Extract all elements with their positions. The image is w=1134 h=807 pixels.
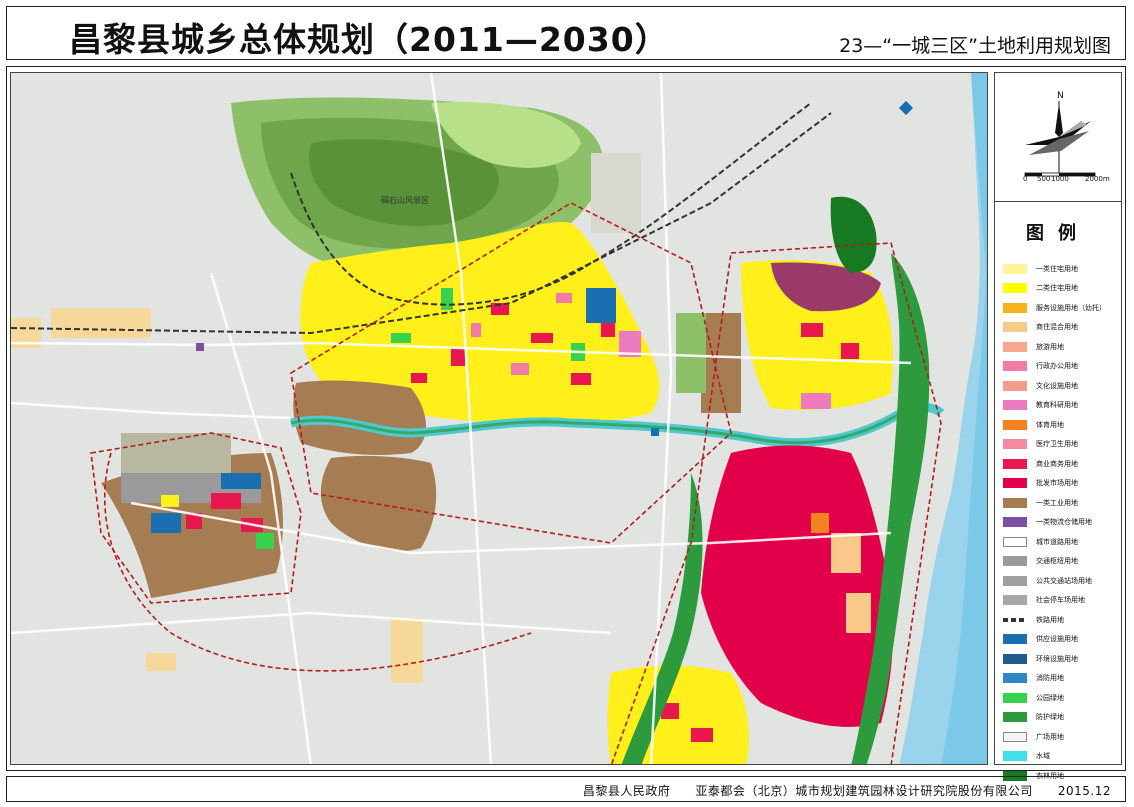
legend-label: 商住混合用地 <box>1036 323 1078 332</box>
map-title: 昌黎县城乡总体规划（2011—2030） <box>69 20 669 59</box>
legend-label: 教育科研用地 <box>1036 401 1078 410</box>
legend-item: 行政办公用地 <box>1003 357 1106 377</box>
legend-item: 环境设施用地 <box>1003 649 1106 669</box>
planning-map-page: 昌黎县城乡总体规划（2011—2030） 23—“一城三区”土地利用规划图 碣石… <box>0 0 1134 807</box>
legend-swatch <box>1003 712 1027 723</box>
scale-tick-0: 0 <box>1023 175 1028 183</box>
map-subtitle: 23—“一城三区”土地利用规划图 <box>839 35 1111 57</box>
legend-item: 公共交通站场用地 <box>1003 571 1106 591</box>
legend-swatch <box>1003 617 1027 622</box>
legend-label: 行政办公用地 <box>1036 362 1078 371</box>
legend-label: 交通枢纽用地 <box>1036 557 1078 566</box>
legend-item: 防护绿地 <box>1003 708 1106 728</box>
map-canvas <box>11 73 987 764</box>
compass-scale-box: N 0 500 1000 2000m <box>995 73 1121 202</box>
legend-item: 城市道路用地 <box>1003 532 1106 552</box>
legend-label: 城市道路用地 <box>1036 537 1078 546</box>
legend-swatch <box>1003 556 1027 567</box>
legend-label: 一类工业用地 <box>1036 498 1078 507</box>
scenic-area-label: 碣石山风景区 <box>381 196 429 205</box>
legend-swatch <box>1003 731 1027 742</box>
legend-label: 批发市场用地 <box>1036 479 1078 488</box>
legend-swatch <box>1003 419 1027 430</box>
legend-item: 广场用地 <box>1003 727 1106 747</box>
legend-item: 二类住宅用地 <box>1003 279 1106 299</box>
legend-swatch <box>1003 595 1027 606</box>
legend-label: 商业商务用地 <box>1036 459 1078 468</box>
legend-swatch <box>1003 575 1027 586</box>
legend-panel: N 0 500 1000 2000m 图例 一类住宅用地 二类住宅用地服务设施用地… <box>994 72 1122 781</box>
legend-label: 旅游用地 <box>1036 342 1064 351</box>
legend-label: 公共交通站场用地 <box>1036 576 1092 585</box>
legend-item: 商业商务用地 <box>1003 454 1106 474</box>
legend-swatch <box>1003 536 1027 547</box>
legend-item: 体育用地 <box>1003 415 1106 435</box>
legend-label: 铁路用地 <box>1036 615 1064 624</box>
legend-item: 一类工业用地 <box>1003 493 1106 513</box>
legend-item: 医疗卫生用地 <box>1003 435 1106 455</box>
legend-label: 广场用地 <box>1036 732 1064 741</box>
legend-label: 水域 <box>1036 752 1050 761</box>
legend-item: 供应设施用地 <box>1003 630 1106 650</box>
land-use-map[interactable]: 碣石山风景区 <box>10 72 988 765</box>
legend-swatch <box>1003 653 1027 664</box>
scale-tick-500: 500 <box>1037 175 1051 183</box>
legend-item: 批发市场用地 <box>1003 474 1106 494</box>
legend-swatch <box>1003 302 1027 313</box>
legend-label: 供应设施用地 <box>1036 635 1078 644</box>
legend-swatch <box>1003 458 1027 469</box>
legend-item: 文化设施用地 <box>1003 376 1106 396</box>
legend-swatch <box>1003 341 1027 352</box>
title-bar: 昌黎县城乡总体规划（2011—2030） 23—“一城三区”土地利用规划图 <box>6 6 1126 60</box>
legend-swatch <box>1003 400 1027 411</box>
legend-swatch <box>1003 517 1027 528</box>
legend-swatch <box>1003 380 1027 391</box>
legend-swatch <box>1003 673 1027 684</box>
legend-item: 交通枢纽用地 <box>1003 552 1106 572</box>
legend-item: 服务设施用地（幼托） <box>1003 298 1106 318</box>
legend-item: 一类住宅用地 <box>1003 259 1106 279</box>
legend-label: 一类物流仓储用地 <box>1036 518 1092 527</box>
legend-label: 文化设施用地 <box>1036 381 1078 390</box>
legend-label: 医疗卫生用地 <box>1036 440 1078 449</box>
legend-label: 服务设施用地（幼托） <box>1036 303 1106 312</box>
legend-swatch <box>1003 322 1027 333</box>
legend-item: 铁路用地 <box>1003 610 1106 630</box>
legend-item: 教育科研用地 <box>1003 396 1106 416</box>
legend-label: 环境设施用地 <box>1036 654 1078 663</box>
scale-tick-1000: 1000 <box>1051 175 1069 183</box>
footer-credits: 昌黎县人民政府 亚泰都会（北京）城市规划建筑园林设计研究院股份有限公司 2015… <box>582 784 1111 798</box>
legend-swatch <box>1003 361 1027 372</box>
legend-title: 图例 <box>1026 223 1090 244</box>
legend-label: 一类住宅用地 <box>1036 264 1078 273</box>
legend-swatch <box>1003 439 1027 450</box>
legend-item: 消防用地 <box>1003 669 1106 689</box>
legend-swatch <box>1003 478 1027 489</box>
legend-swatch <box>1003 751 1027 762</box>
footer-bar: 昌黎县人民政府 亚泰都会（北京）城市规划建筑园林设计研究院股份有限公司 2015… <box>6 776 1126 802</box>
legend-swatch <box>1003 263 1027 274</box>
legend-label: 社会停车场用地 <box>1036 596 1085 605</box>
legend-swatch <box>1003 497 1027 508</box>
legend-item: 社会停车场用地 <box>1003 591 1106 611</box>
legend-label: 体育用地 <box>1036 420 1064 429</box>
legend-swatch <box>1003 283 1027 294</box>
legend-item: 公园绿地 <box>1003 688 1106 708</box>
legend-item: 水域 <box>1003 747 1106 767</box>
legend-label: 公园绿地 <box>1036 693 1064 702</box>
scale-tick-2000: 2000m <box>1085 175 1110 183</box>
legend-label: 二类住宅用地 <box>1036 284 1078 293</box>
legend-label: 消防用地 <box>1036 674 1064 683</box>
legend-list: 一类住宅用地 二类住宅用地服务设施用地（幼托） 商住混合用地 旅游用地行政办公用地 文化… <box>1003 259 1106 786</box>
legend-swatch <box>1003 634 1027 645</box>
legend-item: 旅游用地 <box>1003 337 1106 357</box>
legend-item: 一类物流仓储用地 <box>1003 513 1106 533</box>
legend-item: 商住混合用地 <box>1003 318 1106 338</box>
legend-label: 防护绿地 <box>1036 713 1064 722</box>
legend-swatch <box>1003 692 1027 703</box>
